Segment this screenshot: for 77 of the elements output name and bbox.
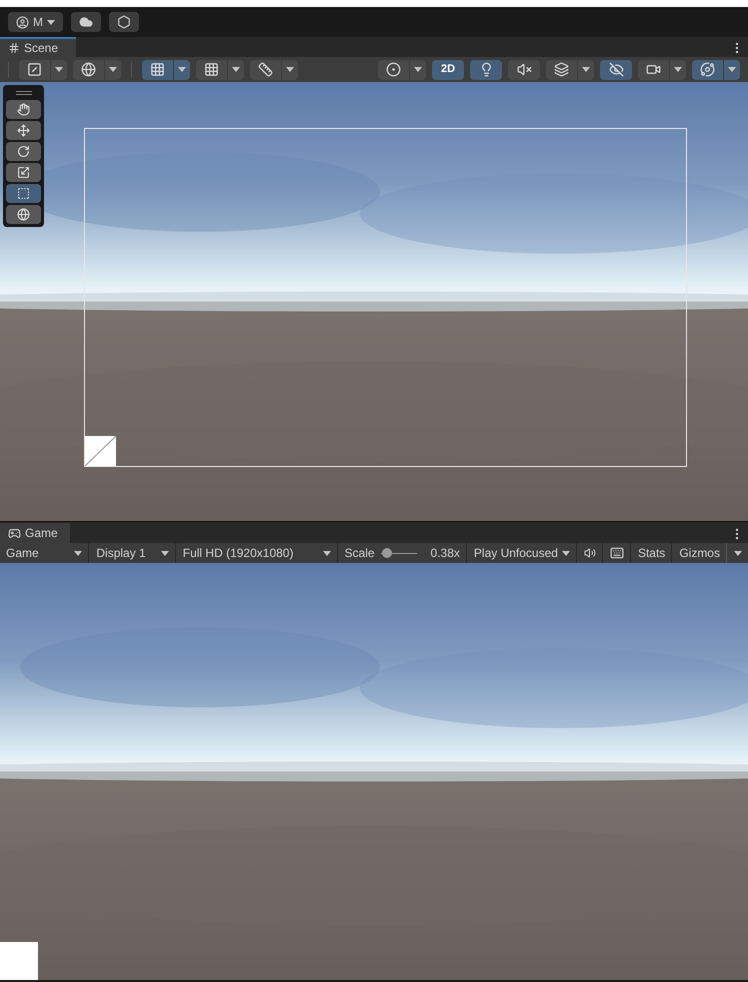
grid-icon: [204, 62, 219, 77]
toolbar-button[interactable]: [638, 60, 669, 80]
dropdown-button[interactable]: [724, 60, 740, 80]
collab-button[interactable]: [109, 12, 139, 32]
user-icon: [16, 16, 29, 28]
toolbar-button[interactable]: [73, 60, 104, 80]
globe-icon: [81, 62, 96, 77]
dropdown-button[interactable]: [51, 60, 67, 80]
scale-icon: [17, 166, 30, 179]
account-button[interactable]: M: [8, 12, 63, 32]
toolbar-button[interactable]: [546, 60, 577, 80]
cloud-icon: [79, 15, 93, 29]
dropdown-button[interactable]: [105, 60, 121, 80]
tool-button[interactable]: [6, 205, 41, 224]
sphere-icon: [386, 62, 401, 77]
camera-icon: [646, 62, 661, 77]
draw-mode-icon: [27, 62, 42, 77]
caret-icon: [109, 67, 117, 72]
caret-icon: [74, 550, 82, 556]
tool-button[interactable]: [6, 163, 41, 182]
caret-icon: [414, 67, 422, 72]
layers-icon: [554, 62, 569, 77]
caret-icon: [55, 67, 63, 72]
hexagon-icon: [117, 15, 131, 29]
transform-icon: [17, 208, 30, 221]
rotate-icon: [17, 145, 30, 158]
caret-icon: [674, 67, 682, 72]
tool-button[interactable]: [6, 184, 41, 203]
tool-button[interactable]: [6, 121, 41, 140]
toolbar-button[interactable]: 2D: [432, 60, 464, 80]
gizmo-icon: [700, 62, 715, 77]
dropdown-button[interactable]: [228, 60, 244, 80]
hidden-eye-icon: [608, 62, 624, 77]
dropdown-button[interactable]: [670, 60, 686, 80]
toolbar-button[interactable]: [508, 60, 540, 80]
tool-button[interactable]: [6, 100, 41, 119]
ruler-icon: [258, 62, 273, 77]
grid-icon: [150, 62, 165, 77]
hand-icon: [17, 103, 30, 116]
dropdown-button[interactable]: [578, 60, 594, 80]
caret-icon: [734, 550, 742, 556]
toolbar-button[interactable]: [250, 60, 281, 80]
sprite-icon: [85, 436, 116, 466]
dropdown-button[interactable]: [174, 60, 190, 80]
caret-icon: [178, 67, 186, 72]
caret-icon: [582, 67, 590, 72]
tool-button[interactable]: [6, 142, 41, 161]
dropdown-button[interactable]: [282, 60, 298, 80]
game-tab[interactable]: Game: [0, 523, 70, 543]
caret-icon: [47, 20, 55, 24]
toolbar-button[interactable]: [600, 60, 632, 80]
speaker-icon: [584, 547, 596, 559]
toolbar-button[interactable]: [470, 60, 502, 80]
scene-tab[interactable]: Scene: [0, 37, 76, 57]
dropdown-button[interactable]: [410, 60, 426, 80]
toolbar-button[interactable]: [196, 60, 227, 80]
caret-icon: [728, 67, 736, 72]
toolbar-button[interactable]: [142, 60, 173, 80]
move-icon: [17, 124, 30, 137]
caret-icon: [322, 550, 331, 556]
scale-reading: 0.38x: [430, 545, 460, 562]
toolbar-button[interactable]: [692, 60, 723, 80]
caret-icon: [160, 550, 169, 556]
mute-icon: [516, 62, 532, 77]
grid-icon: [8, 42, 20, 54]
keyboard-icon: [610, 546, 624, 560]
toolbar-button[interactable]: [19, 60, 50, 80]
caret-icon: [286, 67, 294, 72]
toolbar-button[interactable]: [378, 60, 409, 80]
caret-icon: [562, 550, 570, 556]
cloud-button[interactable]: [71, 12, 101, 32]
sprite: [0, 942, 38, 980]
scale-slider[interactable]: [380, 548, 417, 558]
rect-icon: [17, 187, 30, 200]
gamepad-icon: [8, 526, 21, 540]
scale-label: Scale: [344, 545, 375, 562]
caret-icon: [232, 67, 240, 72]
